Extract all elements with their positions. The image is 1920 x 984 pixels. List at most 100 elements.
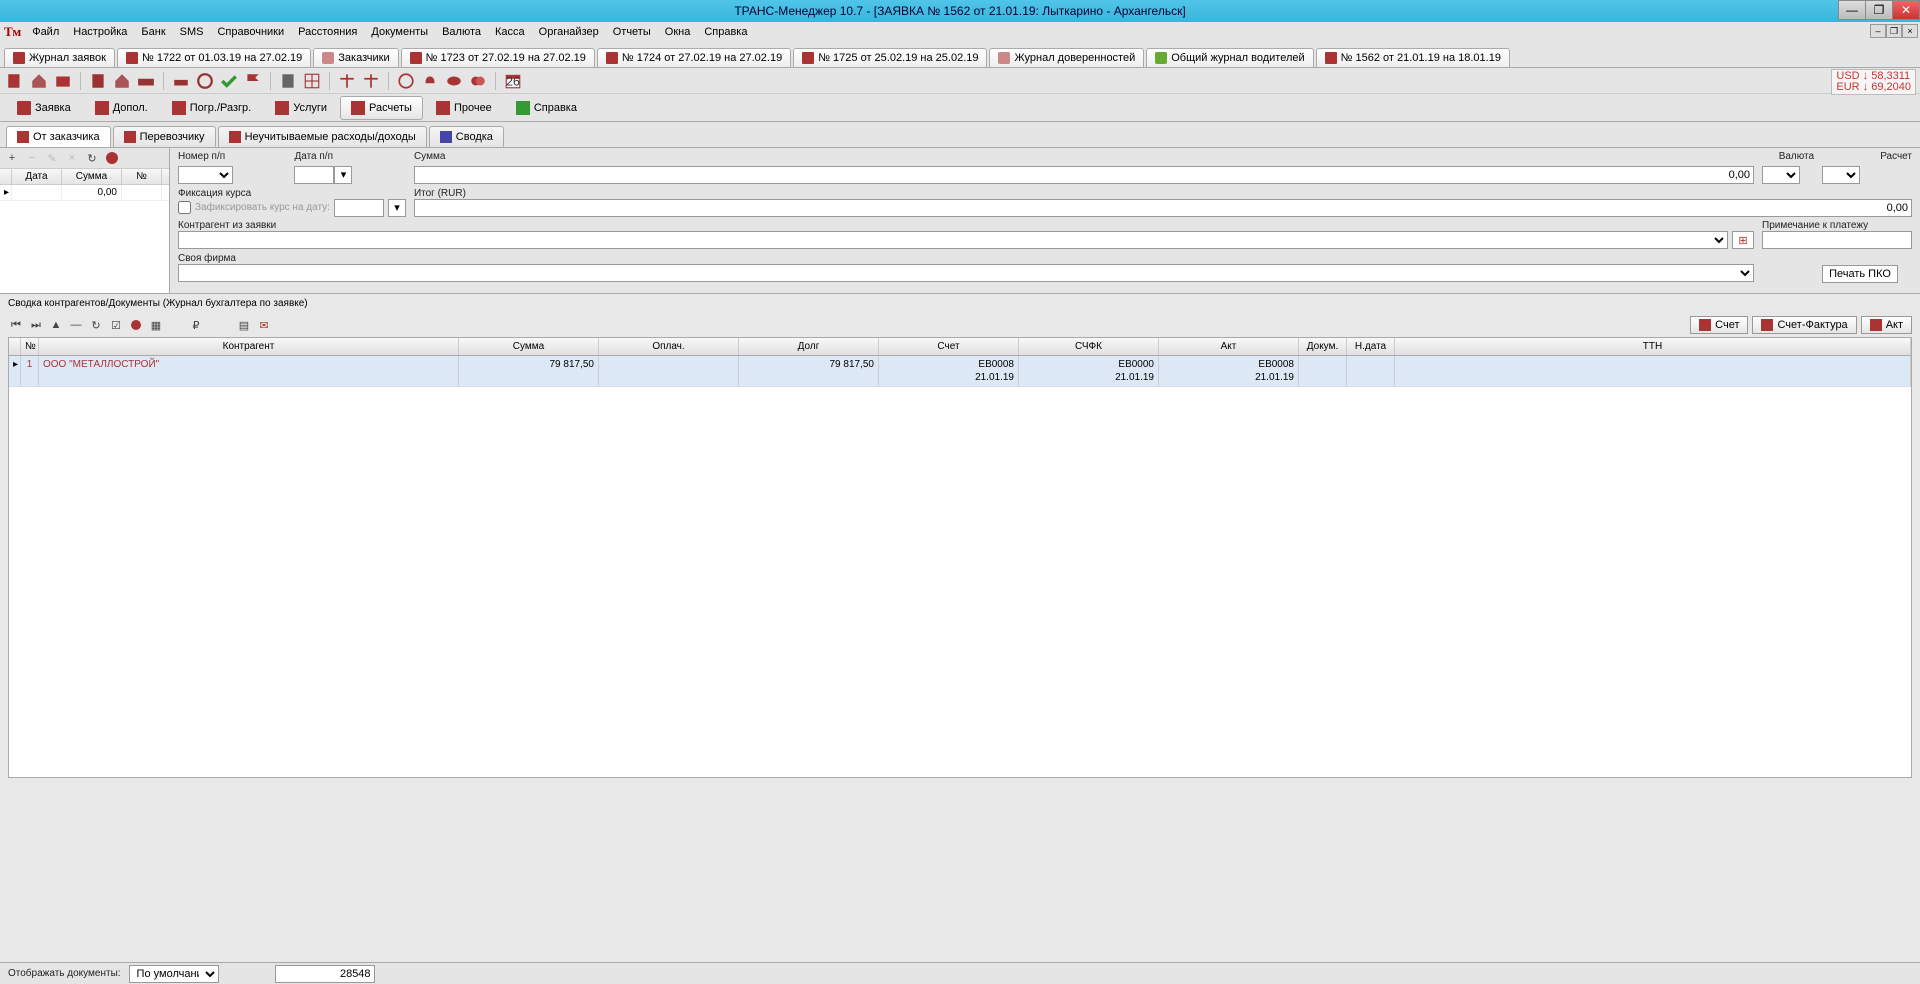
fix-checkbox[interactable] <box>178 201 191 214</box>
kontragent-select[interactable] <box>178 231 1728 249</box>
menu-reports[interactable]: Отчеты <box>606 24 658 40</box>
display-mode-select[interactable]: По умолчанию <box>129 965 219 983</box>
grid-row[interactable]: ▸ 1 ООО "МЕТАЛЛОСТРОЙ" 79 817,50 79 817,… <box>9 356 1911 387</box>
tb-calc-icon[interactable] <box>279 72 297 90</box>
last-button[interactable]: ⏭ <box>28 317 44 333</box>
tab-other[interactable]: Прочее <box>425 96 503 120</box>
add-button[interactable]: + <box>4 150 20 166</box>
first-button[interactable]: ⏮ <box>8 317 24 333</box>
col-schet[interactable]: Счет <box>879 338 1019 355</box>
mail-button[interactable]: ✉ <box>256 317 272 333</box>
payment-row[interactable]: ▸ 0,00 <box>0 185 169 201</box>
schet-faktura-button[interactable]: Счет-Фактура <box>1752 316 1856 334</box>
menu-help[interactable]: Справка <box>697 24 754 40</box>
fix-date-picker[interactable]: ▾ <box>388 199 406 217</box>
delete-all-button[interactable] <box>104 150 120 166</box>
refresh-button[interactable]: ↻ <box>84 150 100 166</box>
tb-coins-icon[interactable] <box>469 72 487 90</box>
tab-services[interactable]: Услуги <box>264 96 338 120</box>
subtab-from-customer[interactable]: От заказчика <box>6 126 111 147</box>
tb-truck-icon[interactable] <box>137 72 155 90</box>
summa-input[interactable] <box>414 166 1754 184</box>
print-pko-button[interactable]: Печать ПКО <box>1822 265 1898 283</box>
tb-house-icon[interactable] <box>113 72 131 90</box>
subtab-to-carrier[interactable]: Перевозчику <box>113 126 216 147</box>
tb-new-icon[interactable] <box>6 72 24 90</box>
nomer-input[interactable] <box>178 166 233 184</box>
col-ndata[interactable]: Н.дата <box>1347 338 1395 355</box>
tab-raschety[interactable]: Расчеты <box>340 96 423 120</box>
tb-book-icon[interactable] <box>89 72 107 90</box>
tb-calendar-icon[interactable]: 26 <box>504 72 522 90</box>
tb-car-icon[interactable] <box>172 72 190 90</box>
kontragent-lookup-button[interactable]: ⊞ <box>1732 231 1754 249</box>
col-dokum[interactable]: Докум. <box>1299 338 1347 355</box>
tb-bell-icon[interactable] <box>421 72 439 90</box>
menu-bank[interactable]: Банк <box>134 24 172 40</box>
mdi-close[interactable]: × <box>1902 24 1918 38</box>
doc-button[interactable]: ▤ <box>236 317 252 333</box>
circle-button[interactable] <box>128 317 144 333</box>
col-no[interactable]: № <box>21 338 39 355</box>
doctab-1722[interactable]: № 1722 от 01.03.19 на 27.02.19 <box>117 48 311 67</box>
menu-refs[interactable]: Справочники <box>210 24 291 40</box>
tab-dopol[interactable]: Допол. <box>84 96 159 120</box>
valuta-select[interactable] <box>1762 166 1800 184</box>
doctab-drivers[interactable]: Общий журнал водителей <box>1146 48 1313 67</box>
raschet-select[interactable] <box>1822 166 1860 184</box>
col-date[interactable]: Дата <box>12 169 62 184</box>
col-sum[interactable]: Сумма <box>62 169 122 184</box>
tb-wheel-icon[interactable] <box>196 72 214 90</box>
doctab-1724[interactable]: № 1724 от 27.02.19 на 27.02.19 <box>597 48 791 67</box>
up-button[interactable]: ▲ <box>48 317 64 333</box>
firma-select[interactable] <box>178 264 1754 282</box>
doctab-1725[interactable]: № 1725 от 25.02.19 на 25.02.19 <box>793 48 987 67</box>
mdi-minimize[interactable]: – <box>1870 24 1886 38</box>
doctab-poa-journal[interactable]: Журнал доверенностей <box>989 48 1144 67</box>
subtab-unaccounted[interactable]: Неучитываемые расходы/доходы <box>218 126 427 147</box>
tb-balance-icon[interactable] <box>338 72 356 90</box>
col-schfk[interactable]: СЧФК <box>1019 338 1159 355</box>
fix-date-input[interactable] <box>334 199 384 217</box>
col-summa[interactable]: Сумма <box>459 338 599 355</box>
doctab-customers[interactable]: Заказчики <box>313 48 398 67</box>
tb-balance2-icon[interactable] <box>362 72 380 90</box>
menu-sms[interactable]: SMS <box>173 24 211 40</box>
tb-grid-icon[interactable] <box>303 72 321 90</box>
col-oplach[interactable]: Оплач. <box>599 338 739 355</box>
tb-check-icon[interactable] <box>220 72 238 90</box>
doctab-1562[interactable]: № 1562 от 21.01.19 на 18.01.19 <box>1316 48 1510 67</box>
down-button[interactable]: — <box>68 317 84 333</box>
reload-button[interactable]: ↻ <box>88 317 104 333</box>
minimize-button[interactable]: — <box>1838 0 1866 20</box>
prim-input[interactable] <box>1762 231 1912 249</box>
tb-home-icon[interactable] <box>30 72 48 90</box>
ruble-button[interactable]: ₽ <box>188 317 204 333</box>
close-button[interactable]: ✕ <box>1892 0 1920 20</box>
edit-button[interactable]: ✎ <box>44 150 60 166</box>
menu-organizer[interactable]: Органайзер <box>532 24 606 40</box>
data-input[interactable] <box>294 166 334 184</box>
check-button[interactable]: ☑ <box>108 317 124 333</box>
schet-button[interactable]: Счет <box>1690 316 1748 334</box>
col-ttn[interactable]: ТТН <box>1395 338 1911 355</box>
subtab-summary[interactable]: Сводка <box>429 126 504 147</box>
grid-button[interactable]: ▦ <box>148 317 164 333</box>
tb-clock-icon[interactable] <box>397 72 415 90</box>
tab-load-unload[interactable]: Погр./Разгр. <box>161 96 262 120</box>
col-no[interactable]: № <box>122 169 162 184</box>
col-kontragent[interactable]: Контрагент <box>39 338 459 355</box>
menu-file[interactable]: Файл <box>25 24 66 40</box>
tab-zayavka[interactable]: Заявка <box>6 96 82 120</box>
menu-distances[interactable]: Расстояния <box>291 24 364 40</box>
tb-open-icon[interactable] <box>54 72 72 90</box>
col-akt[interactable]: Акт <box>1159 338 1299 355</box>
maximize-button[interactable]: ❐ <box>1865 0 1893 20</box>
menu-cash[interactable]: Касса <box>488 24 532 40</box>
doctab-journal[interactable]: Журнал заявок <box>4 48 115 67</box>
tb-flag-icon[interactable] <box>244 72 262 90</box>
doctab-1723[interactable]: № 1723 от 27.02.19 на 27.02.19 <box>401 48 595 67</box>
menu-docs[interactable]: Документы <box>364 24 435 40</box>
tb-money-icon[interactable] <box>445 72 463 90</box>
menu-settings[interactable]: Настройка <box>66 24 134 40</box>
